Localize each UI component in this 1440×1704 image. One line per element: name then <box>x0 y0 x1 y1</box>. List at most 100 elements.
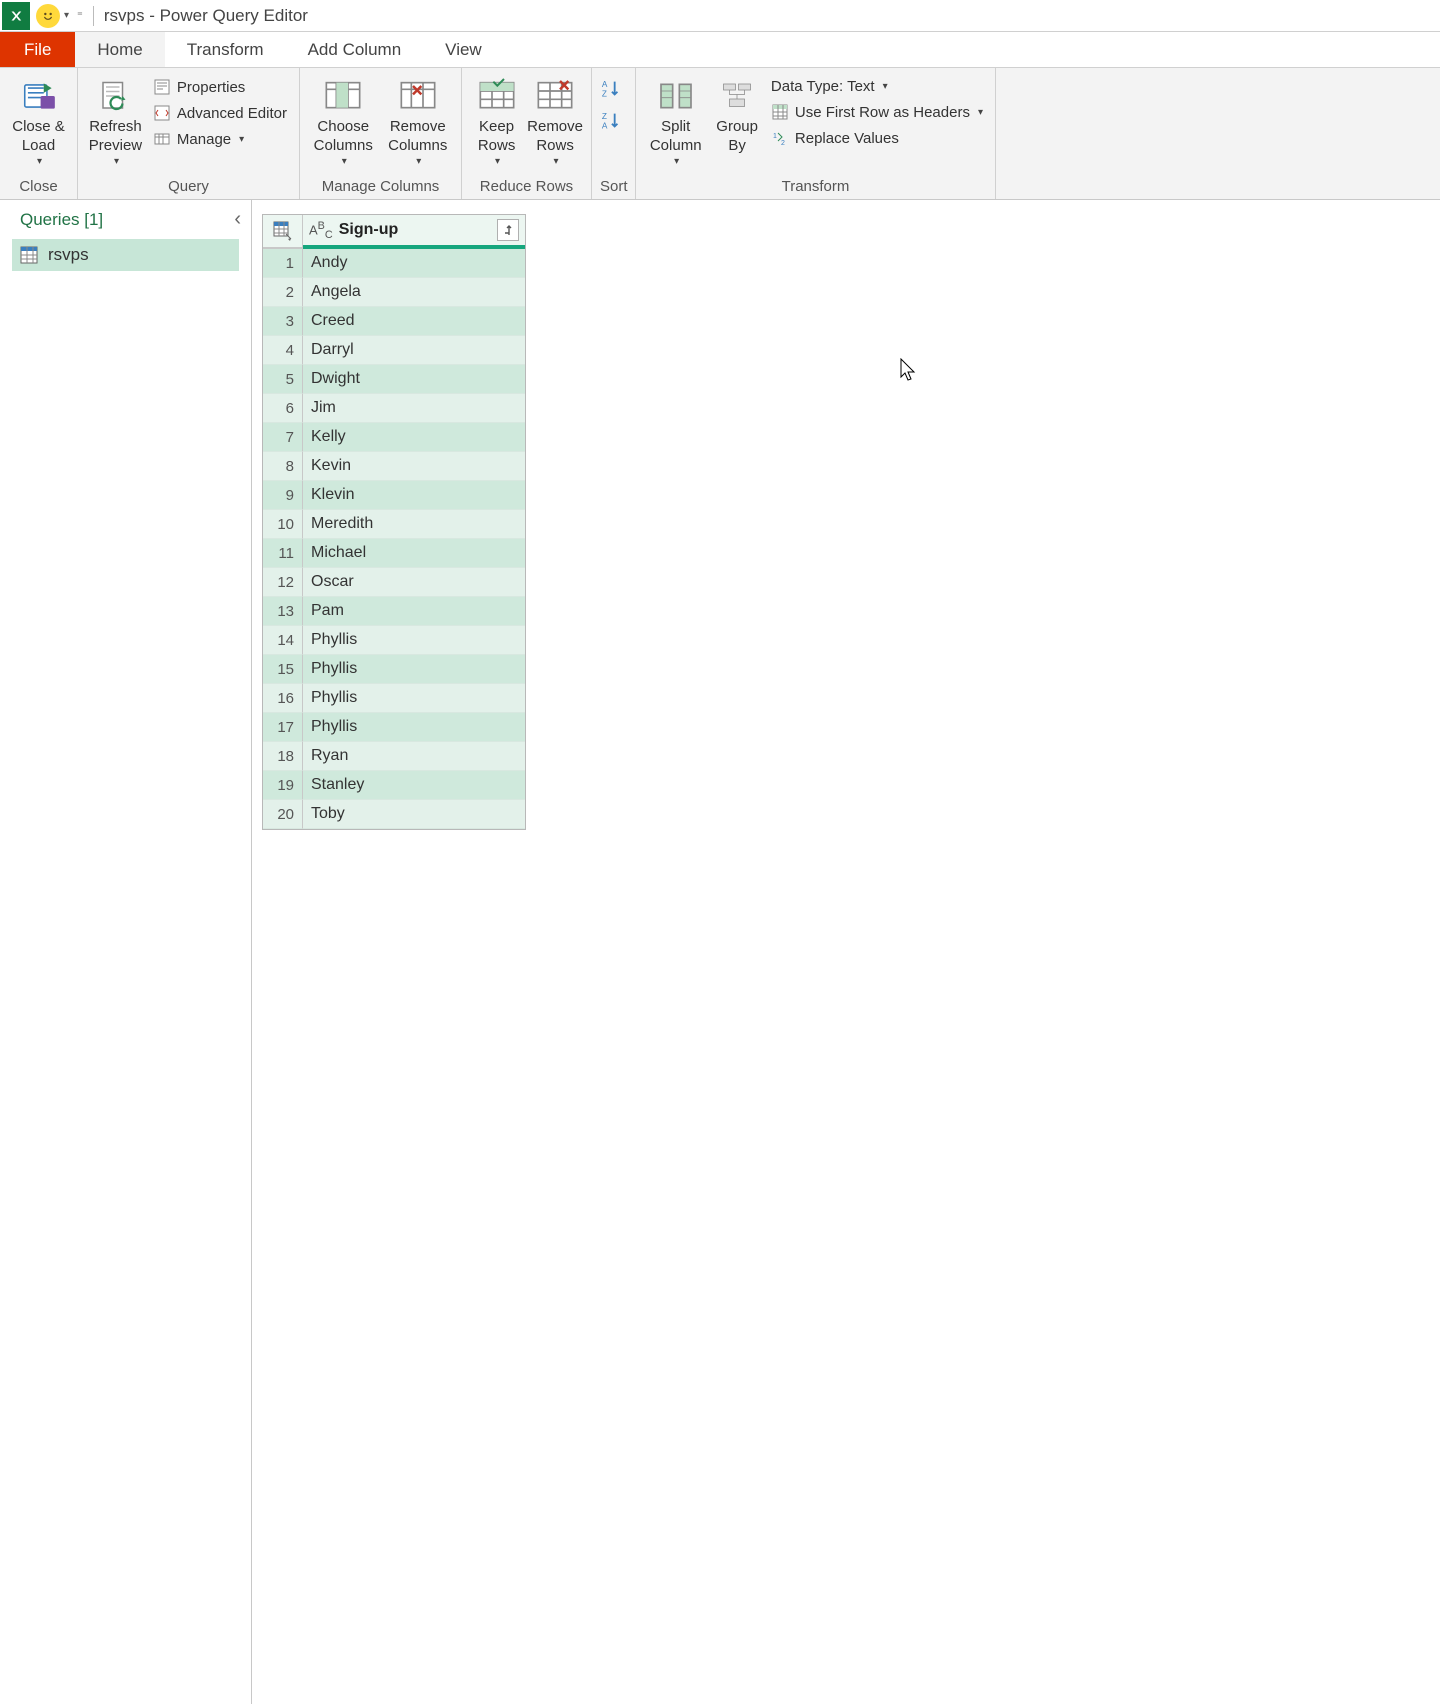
row-number: 4 <box>263 336 303 365</box>
title-query-name: rsvps <box>104 6 145 25</box>
keep-rows-button[interactable]: Keep Rows ▾ <box>470 72 523 167</box>
manage-button[interactable]: Manage ▾ <box>149 128 291 150</box>
table-row[interactable]: 13Pam <box>263 597 525 626</box>
table-row[interactable]: 3Creed <box>263 307 525 336</box>
ribbon-tabs: File Home Transform Add Column View <box>0 32 1440 68</box>
properties-label: Properties <box>177 79 245 96</box>
split-column-icon <box>656 74 696 118</box>
cell-signup[interactable]: Stanley <box>303 771 525 800</box>
table-row[interactable]: 18Ryan <box>263 742 525 771</box>
advanced-editor-button[interactable]: Advanced Editor <box>149 102 291 124</box>
table-row[interactable]: 6Jim <box>263 394 525 423</box>
column-filter-button[interactable] <box>497 219 519 241</box>
cell-signup[interactable]: Michael <box>303 539 525 568</box>
table-row[interactable]: 19Stanley <box>263 771 525 800</box>
smiley-icon[interactable] <box>36 4 60 28</box>
data-grid: ABC Sign-up 1Andy2Angela3Creed4Darryl5Dw… <box>262 214 526 830</box>
cell-signup[interactable]: Dwight <box>303 365 525 394</box>
svg-text:Z: Z <box>602 89 607 98</box>
column-header-signup[interactable]: ABC Sign-up <box>303 215 525 249</box>
row-number: 12 <box>263 568 303 597</box>
query-item-rsvps[interactable]: rsvps <box>12 239 239 271</box>
table-row[interactable]: 5Dwight <box>263 365 525 394</box>
tab-view[interactable]: View <box>423 32 504 67</box>
row-number: 1 <box>263 249 303 278</box>
group-transform: Split Column ▾ Group By Data Type: Text … <box>636 68 996 199</box>
cell-signup[interactable]: Darryl <box>303 336 525 365</box>
keep-rows-label: Keep Rows <box>478 118 516 156</box>
table-row[interactable]: 16Phyllis <box>263 684 525 713</box>
cell-signup[interactable]: Creed <box>303 307 525 336</box>
row-number: 3 <box>263 307 303 336</box>
use-first-row-headers-button[interactable]: Use First Row as Headers ▾ <box>767 101 987 123</box>
chevron-down-icon: ▾ <box>883 81 888 92</box>
cell-signup[interactable]: Ryan <box>303 742 525 771</box>
cell-signup[interactable]: Andy <box>303 249 525 278</box>
table-row[interactable]: 20Toby <box>263 800 525 829</box>
table-row[interactable]: 2Angela <box>263 278 525 307</box>
tab-add-column[interactable]: Add Column <box>286 32 424 67</box>
group-label-transform: Transform <box>644 176 987 199</box>
table-row[interactable]: 4Darryl <box>263 336 525 365</box>
row-number: 18 <box>263 742 303 771</box>
table-row[interactable]: 9Klevin <box>263 481 525 510</box>
table-row[interactable]: 11Michael <box>263 539 525 568</box>
keep-rows-icon <box>477 74 517 118</box>
split-column-button[interactable]: Split Column ▾ <box>644 72 707 167</box>
collapse-pane-button[interactable]: ‹ <box>234 208 241 231</box>
data-type-button[interactable]: Data Type: Text ▾ <box>767 76 987 97</box>
table-row[interactable]: 7Kelly <box>263 423 525 452</box>
cell-signup[interactable]: Pam <box>303 597 525 626</box>
table-menu-button[interactable] <box>263 215 303 249</box>
cell-signup[interactable]: Phyllis <box>303 684 525 713</box>
cell-signup[interactable]: Kevin <box>303 452 525 481</box>
row-number: 9 <box>263 481 303 510</box>
table-row[interactable]: 12Oscar <box>263 568 525 597</box>
choose-columns-button[interactable]: Choose Columns ▾ <box>308 72 379 167</box>
title-bar: ▾ ⁼ rsvps - Power Query Editor <box>0 0 1440 32</box>
title-app-name: Power Query Editor <box>160 6 308 25</box>
excel-icon <box>2 2 30 30</box>
group-reduce-rows: Keep Rows ▾ Remove Rows ▾ Reduce Rows <box>462 68 592 199</box>
cell-signup[interactable]: Phyllis <box>303 655 525 684</box>
svg-text:Z: Z <box>602 112 607 121</box>
refresh-icon <box>97 74 133 118</box>
group-query: Refresh Preview ▾ Properties Advanced Ed… <box>78 68 300 199</box>
tab-home[interactable]: Home <box>75 32 164 67</box>
cell-signup[interactable]: Jim <box>303 394 525 423</box>
sort-ascending-button[interactable]: AZ <box>600 78 622 100</box>
row-number: 8 <box>263 452 303 481</box>
cell-signup[interactable]: Oscar <box>303 568 525 597</box>
table-row[interactable]: 8Kevin <box>263 452 525 481</box>
cell-signup[interactable]: Toby <box>303 800 525 829</box>
remove-rows-button[interactable]: Remove Rows ▾ <box>527 72 583 167</box>
qat-customize-icon[interactable]: ⁼ <box>77 9 83 22</box>
table-row[interactable]: 10Meredith <box>263 510 525 539</box>
tab-file[interactable]: File <box>0 32 75 67</box>
table-row[interactable]: 17Phyllis <box>263 713 525 742</box>
manage-label: Manage <box>177 131 231 148</box>
tab-transform[interactable]: Transform <box>165 32 286 67</box>
cell-signup[interactable]: Kelly <box>303 423 525 452</box>
close-and-load-button[interactable]: Close & Load ▾ <box>8 72 69 167</box>
grid-header-row: ABC Sign-up <box>263 215 525 249</box>
data-type-label: Data Type: Text <box>771 78 875 95</box>
cell-signup[interactable]: Klevin <box>303 481 525 510</box>
table-row[interactable]: 1Andy <box>263 249 525 278</box>
table-row[interactable]: 15Phyllis <box>263 655 525 684</box>
properties-icon <box>153 78 171 96</box>
group-by-button[interactable]: Group By <box>711 72 763 156</box>
cell-signup[interactable]: Phyllis <box>303 626 525 655</box>
replace-values-button[interactable]: 12 Replace Values <box>767 127 987 149</box>
remove-columns-button[interactable]: Remove Columns ▾ <box>383 72 454 167</box>
group-label-close: Close <box>8 176 69 199</box>
properties-button[interactable]: Properties <box>149 76 291 98</box>
sort-descending-button[interactable]: ZA <box>600 110 622 132</box>
refresh-preview-button[interactable]: Refresh Preview ▾ <box>86 72 145 167</box>
cell-signup[interactable]: Phyllis <box>303 713 525 742</box>
qat-dropdown-icon[interactable]: ▾ <box>64 10 69 21</box>
cell-signup[interactable]: Meredith <box>303 510 525 539</box>
cell-signup[interactable]: Angela <box>303 278 525 307</box>
close-load-label: Close & Load <box>12 118 65 156</box>
table-row[interactable]: 14Phyllis <box>263 626 525 655</box>
